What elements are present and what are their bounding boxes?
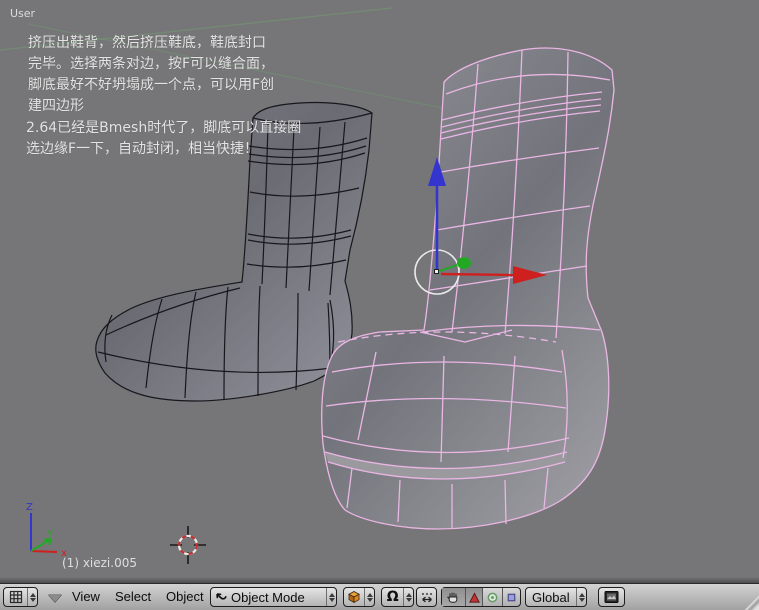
grid-icon [4,588,27,606]
pivot-point-button[interactable]: Ω [381,587,414,607]
shading-spinner[interactable] [364,588,374,606]
orientation-dropdown-spinner[interactable] [576,588,586,606]
viewport-shading-button[interactable] [343,587,375,607]
active-object-info: (1) xiezi.005 [62,556,137,570]
editor-type-button[interactable] [3,587,38,607]
viewport-header: View Select Object Object Mode Ω Global [0,583,759,610]
blender-window: Z Y x User 挤压出鞋背，然后挤压鞋底，鞋底封口 完毕。选择两条对边，按… [0,0,759,610]
pivot-spinner[interactable] [403,588,413,606]
translate-manipulator-toggle[interactable] [464,588,483,606]
manipulator-hand-icon [447,592,458,603]
annotation-text-2: 2.64已经是Bmesh时代了，脚底可以直接圈 选边缘F一下，自动封闭，相当快捷… [26,120,302,157]
view-name-label: User [10,7,36,20]
editor-type-spinner[interactable] [27,588,37,606]
translate-arrow-icon [468,591,480,603]
menu-select[interactable]: Select [115,589,151,604]
manipulator-y-arrowhead[interactable] [457,257,471,269]
solid-shading-cube-icon [344,588,364,606]
manipulate-centers-button[interactable] [416,587,437,607]
manipulator-toggle-group [441,587,521,607]
manipulator-x-arrow[interactable] [440,272,517,277]
pivot-omega-icon: Ω [386,589,399,605]
menu-object[interactable]: Object [166,589,204,604]
orientation-dropdown[interactable]: Global [525,587,587,607]
rotate-manipulator-toggle[interactable] [482,588,502,606]
menu-view[interactable]: View [72,589,100,604]
orientation-dropdown-label: Global [532,589,570,605]
manipulator-origin-dot [434,269,439,274]
object-mode-arrow-icon [211,588,231,606]
axis-z-label: Z [26,502,33,513]
axis-y-label: Y [46,529,54,540]
rotate-circle-icon [487,592,498,602]
scale-square-icon [507,593,516,601]
axis-orientation-gizmo: Z Y x [26,502,67,559]
3d-viewport[interactable]: Z Y x User 挤压出鞋背，然后挤压鞋底，鞋底封口 完毕。选择两条对边，按… [0,0,759,583]
annotation-text-1: 挤压出鞋背，然后挤压鞋底，鞋底封口 完毕。选择两条对边，按F可以缝合面， 脚底最… [28,35,275,114]
render-preview-button[interactable] [598,587,625,607]
manipulate-centers-icon [417,588,436,606]
scale-manipulator-toggle[interactable] [502,588,520,606]
3d-cursor [170,526,206,564]
mode-dropdown[interactable]: Object Mode [210,587,337,607]
chevron-down-icon[interactable] [48,594,62,602]
manipulator-hand-toggle[interactable] [442,588,465,606]
mode-dropdown-label: Object Mode [231,589,305,605]
mode-dropdown-spinner[interactable] [326,588,336,606]
render-preview-icon [604,591,619,603]
